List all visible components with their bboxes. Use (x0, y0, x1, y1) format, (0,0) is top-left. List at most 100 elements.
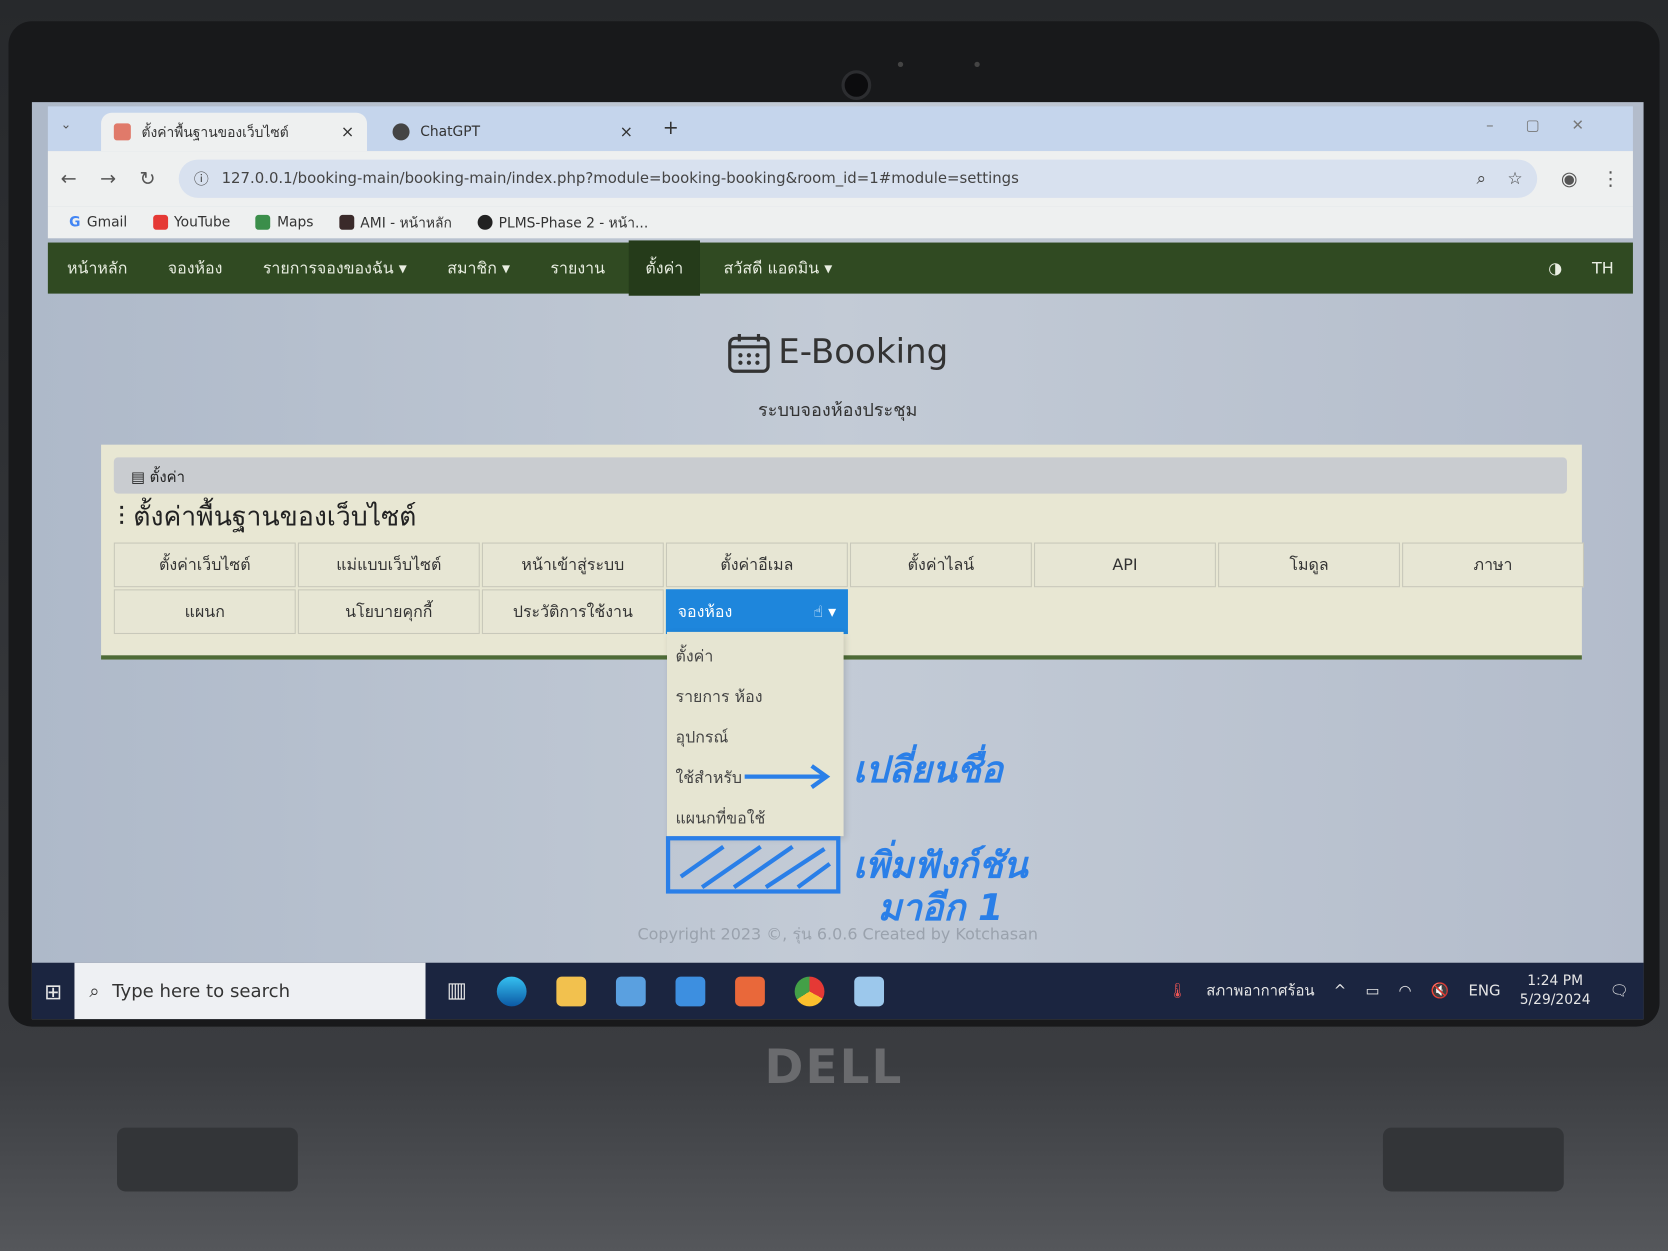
weather-text[interactable]: สภาพอากาศร้อน (1206, 979, 1314, 1002)
nav-my-bookings[interactable]: รายการจองของฉัน ▾ (263, 255, 407, 281)
edge-icon[interactable] (496, 976, 527, 1006)
forward-icon[interactable]: → (100, 168, 116, 190)
sensor (897, 61, 904, 68)
btn-line-settings[interactable]: ตั้งค่าไลน์ (849, 542, 1032, 588)
system-tray: 🌡 สภาพอากาศร้อน ^ ▭ ◠ 🔇 ENG 1:24 PM 5/29/… (1168, 972, 1643, 1010)
btn-language[interactable]: ภาษา (1402, 542, 1584, 588)
wifi-icon[interactable]: ◠ (1399, 982, 1412, 999)
tab-search-icon[interactable]: ⌄ (61, 117, 72, 132)
star-icon[interactable]: ☆ (1507, 168, 1522, 189)
webcam (841, 70, 872, 100)
bookmark-plms[interactable]: PLMS-Phase 2 - หน้า... (477, 211, 648, 233)
menu-icon[interactable]: ⋮ (1601, 168, 1620, 190)
site-logo: E-Booking (32, 331, 1644, 374)
hinge (117, 1127, 298, 1192)
volume-muted-icon[interactable]: 🔇 (1431, 982, 1450, 999)
nav-home[interactable]: หน้าหลัก (67, 255, 127, 281)
store-icon[interactable] (615, 976, 646, 1006)
bookmark-maps[interactable]: Maps (255, 214, 314, 230)
taskbar: ⊞ ⌕ Type here to search ▥ 🌡 สภาพอากาศร้อน… (31, 962, 1644, 1020)
breadcrumb-item[interactable]: ตั้งค่า (150, 469, 185, 486)
sensor (974, 61, 980, 68)
btn-modules[interactable]: โมดูล (1218, 542, 1400, 588)
nav-settings[interactable]: ตั้งค่า (628, 240, 701, 296)
close-icon[interactable]: × (620, 122, 633, 141)
tab-label: ChatGPT (420, 123, 481, 140)
booking-dropdown-button[interactable]: จองห้อง ☝ ▾ (665, 589, 848, 635)
nav-members[interactable]: สมาชิก ▾ (447, 255, 510, 281)
main-nav: หน้าหลัก จองห้อง รายการจองของฉัน ▾ สมาชิ… (47, 240, 1633, 296)
date: 5/29/2024 (1519, 991, 1591, 1008)
page-title: ⫶ ตั้งค่าพื้นฐานของเว็บไซต์ (118, 496, 416, 539)
app-icon[interactable] (854, 976, 884, 1006)
settings-icon: ▤ (130, 469, 150, 487)
input-language[interactable]: ENG (1468, 982, 1500, 999)
battery-icon[interactable]: ▭ (1365, 982, 1379, 999)
taskbar-search[interactable]: ⌕ Type here to search (74, 962, 426, 1020)
btn-email-settings[interactable]: ตั้งค่าอีเมล (665, 542, 848, 588)
tab-bar: ⌄ ตั้งค่าพื้นฐานของเว็บไซต์ × ChatGPT × + … (47, 106, 1633, 152)
btn-site-template[interactable]: แม่แบบเว็บไซต์ (297, 542, 480, 588)
bookmark-ami[interactable]: AMI - หน้าหลัก (339, 211, 452, 233)
btn-cookie-policy[interactable]: นโยบายคุกกี้ (297, 589, 480, 635)
tab-settings[interactable]: ตั้งค่าพื้นฐานของเว็บไซต์ × (101, 112, 368, 152)
tab-label: ตั้งค่าพื้นฐานของเว็บไซต์ (141, 124, 289, 141)
tab-chatgpt[interactable]: ChatGPT × (380, 113, 646, 151)
xampp-icon[interactable] (734, 976, 765, 1006)
bookmark-gmail[interactable]: G Gmail (69, 214, 127, 230)
task-view-icon[interactable]: ▥ (447, 976, 467, 1006)
language-switch[interactable]: TH (1592, 259, 1614, 278)
chrome-icon[interactable] (794, 976, 825, 1006)
nav-reports[interactable]: รายงาน (550, 255, 605, 281)
bookmark-youtube[interactable]: YouTube (152, 214, 231, 231)
notifications-icon[interactable]: 🗨 (1610, 982, 1629, 999)
menu-item-settings[interactable]: ตั้งค่า (676, 636, 836, 676)
dropdown-label: จองห้อง (677, 602, 733, 622)
page-title-text: ตั้งค่าพื้นฐานของเว็บไซต์ (133, 501, 417, 532)
calendar-icon (727, 334, 770, 373)
url-text[interactable]: 127.0.0.1/booking-main/booking-main/inde… (222, 170, 1019, 187)
bookmarks-bar: G Gmail YouTube Maps AMI - หน้าหลัก PLMS-… (47, 206, 1633, 239)
search-placeholder: Type here to search (112, 980, 291, 1002)
mail-icon[interactable] (675, 976, 706, 1006)
reload-icon[interactable]: ↻ (140, 168, 156, 190)
window-controls[interactable]: –▢✕ (1486, 117, 1616, 134)
breadcrumb: ▤ ตั้งค่า (113, 457, 1567, 494)
address-bar[interactable]: ⓘ 127.0.0.1/booking-main/booking-main/ind… (179, 159, 1538, 198)
btn-site-settings[interactable]: ตั้งค่าเว็บไซต์ (113, 542, 296, 588)
weather-icon: 🌡 (1168, 982, 1188, 1000)
dell-logo: DELL (764, 1040, 904, 1095)
hinge (1382, 1127, 1564, 1192)
sliders-icon: ⫶ (118, 501, 134, 532)
chatgpt-icon (392, 123, 410, 141)
menu-item-rooms[interactable]: รายการ ห้อง (676, 677, 836, 717)
search-icon: ⌕ (89, 980, 100, 1002)
theme-toggle-icon[interactable]: ◑ (1548, 259, 1562, 278)
clock[interactable]: 1:24 PM 5/29/2024 (1520, 972, 1591, 1010)
close-icon[interactable]: × (341, 122, 354, 141)
site-subtitle: ระบบจองห้องประชุม (758, 399, 918, 422)
settings-panel: ▤ ตั้งค่า ⫶ ตั้งค่าพื้นฐานของเว็บไซต์ ตั… (101, 444, 1584, 660)
toolbar: ← → ↻ ⓘ 127.0.0.1/booking-main/booking-main… (47, 151, 1633, 207)
site-favicon-icon (113, 123, 131, 141)
btn-login-page[interactable]: หน้าเข้าสู่ระบบ (481, 542, 664, 588)
new-tab-button[interactable]: + (663, 117, 679, 139)
settings-menu: ตั้งค่าเว็บไซต์ แม่แบบเว็บไซต์ หน้าเข้าส… (113, 542, 1584, 635)
annotation-rename: เปลี่ยนชื่อ (853, 748, 1003, 792)
btn-department[interactable]: แผนก (113, 589, 296, 635)
show-hidden-icons[interactable]: ^ (1334, 982, 1346, 999)
bookmark-label: Gmail (86, 214, 128, 231)
file-explorer-icon[interactable] (556, 976, 587, 1006)
footer-copyright: Copyright 2023 ©, รุ่น 6.0.6 Created by … (637, 924, 1038, 944)
nav-booking[interactable]: จองห้อง (168, 255, 223, 281)
back-icon[interactable]: ← (61, 168, 77, 190)
profile-icon[interactable]: ◉ (1561, 168, 1578, 190)
info-icon[interactable]: ⓘ (194, 168, 209, 189)
btn-usage-history[interactable]: ประวัติการใช้งาน (481, 589, 664, 635)
zoom-icon[interactable]: ⌕ (1477, 168, 1487, 189)
bookmark-label: YouTube (174, 214, 231, 231)
btn-api[interactable]: API (1034, 542, 1216, 588)
windows-start-icon[interactable]: ⊞ (32, 978, 75, 1004)
nav-user-menu[interactable]: สวัสดี แอดมิน ▾ (724, 255, 833, 281)
site-title: E-Booking (778, 330, 949, 372)
